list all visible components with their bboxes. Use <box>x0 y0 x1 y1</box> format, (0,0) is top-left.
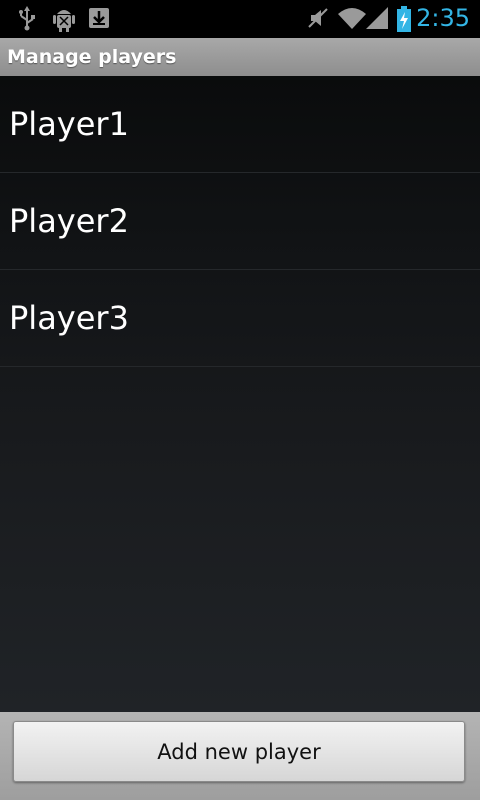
add-player-button[interactable]: Add new player <box>13 721 465 782</box>
player-name: Player1 <box>9 105 129 143</box>
list-item-player-3[interactable]: Player3 <box>0 270 480 367</box>
page-title: Manage players <box>7 46 177 68</box>
android-debug-icon <box>51 5 77 37</box>
battery-charging-icon <box>396 5 412 37</box>
players-list: Player1 Player2 Player3 <box>0 76 480 367</box>
title-bar: Manage players <box>0 38 480 76</box>
download-icon <box>87 5 111 35</box>
app-screen: 2:35 Manage players Player1 Player2 Play… <box>0 0 480 800</box>
list-item-player-1[interactable]: Player1 <box>0 76 480 173</box>
usb-icon <box>16 5 38 35</box>
clock: 2:35 <box>416 4 470 32</box>
bottom-bar: Add new player <box>0 712 480 800</box>
status-bar: 2:35 <box>0 0 480 38</box>
wifi-icon <box>337 5 367 35</box>
signal-icon <box>364 5 390 35</box>
mute-icon <box>307 5 329 35</box>
list-item-player-2[interactable]: Player2 <box>0 173 480 270</box>
player-name: Player2 <box>9 202 129 240</box>
player-name: Player3 <box>9 299 129 337</box>
